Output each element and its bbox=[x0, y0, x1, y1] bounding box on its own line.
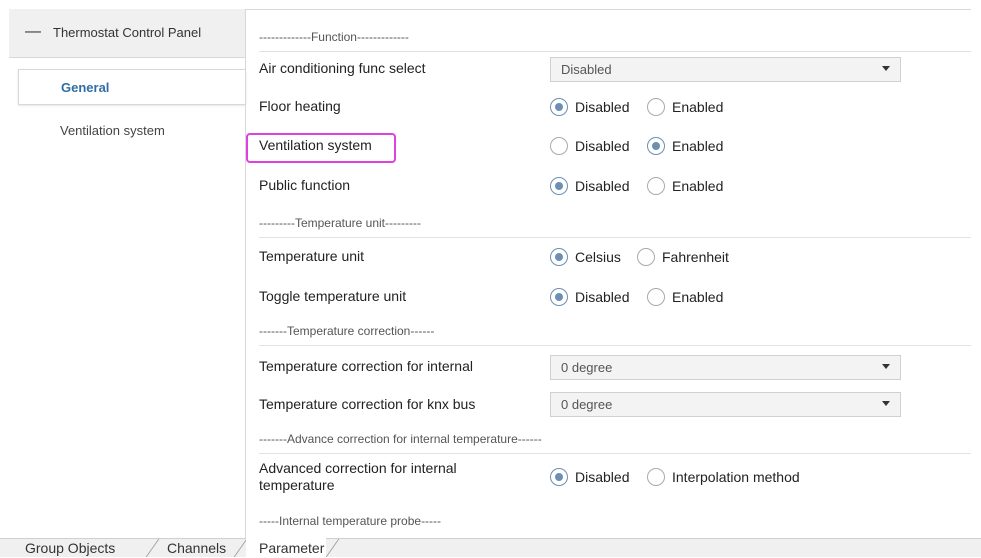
advanced-correction-label: Advanced correction for internal tempera… bbox=[259, 460, 457, 493]
sidebar: — Thermostat Control Panel General Venti… bbox=[9, 9, 246, 538]
temperature-unit-fahrenheit-radio[interactable]: Fahrenheit bbox=[637, 248, 729, 266]
radio-selected-icon bbox=[550, 288, 568, 306]
tab-label: Parameter bbox=[259, 540, 325, 556]
radio-label: Disabled bbox=[575, 99, 630, 115]
radio-empty-icon bbox=[647, 288, 665, 306]
radio-label: Enabled bbox=[672, 178, 724, 194]
temperature-unit-label: Temperature unit bbox=[259, 248, 365, 264]
radio-selected-icon bbox=[550, 98, 568, 116]
public-function-enabled-radio[interactable]: Enabled bbox=[647, 177, 723, 195]
correction-internal-label: Temperature correction for internal bbox=[259, 358, 473, 374]
tab-channels[interactable]: Channels bbox=[167, 540, 226, 558]
radio-label: Fahrenheit bbox=[662, 249, 729, 265]
sidebar-item-label: Ventilation system bbox=[60, 123, 165, 138]
radio-label: Disabled bbox=[575, 289, 630, 305]
chevron-down-icon bbox=[882, 66, 890, 71]
radio-label: Enabled bbox=[672, 289, 724, 305]
advanced-correction-interpolation-radio[interactable]: Interpolation method bbox=[647, 468, 800, 486]
correction-internal-dropdown[interactable]: 0 degree bbox=[550, 355, 901, 380]
radio-empty-icon bbox=[550, 137, 568, 155]
divider bbox=[259, 51, 971, 52]
radio-selected-icon bbox=[647, 137, 665, 155]
radio-label: Disabled bbox=[575, 469, 630, 485]
toggle-unit-disabled-radio[interactable]: Disabled bbox=[550, 288, 629, 306]
advanced-correction-disabled-radio[interactable]: Disabled bbox=[550, 468, 629, 486]
ventilation-disabled-radio[interactable]: Disabled bbox=[550, 137, 629, 155]
radio-selected-icon bbox=[550, 177, 568, 195]
sidebar-item-label: General bbox=[61, 80, 110, 95]
tab-group-objects[interactable]: Group Objects bbox=[25, 540, 115, 558]
radio-empty-icon bbox=[647, 468, 665, 486]
collapse-icon[interactable]: — bbox=[25, 23, 41, 41]
divider bbox=[259, 237, 971, 238]
radio-label: Celsius bbox=[575, 249, 621, 265]
dropdown-value: 0 degree bbox=[561, 397, 613, 412]
correction-knx-dropdown[interactable]: 0 degree bbox=[550, 392, 901, 417]
sidebar-item-ventilation[interactable]: Ventilation system bbox=[18, 119, 245, 143]
section-temperature-unit: ---------Temperature unit--------- bbox=[259, 216, 421, 230]
tree-root-thermostat[interactable]: — Thermostat Control Panel bbox=[9, 9, 245, 58]
ventilation-enabled-radio[interactable]: Enabled bbox=[647, 137, 723, 155]
radio-empty-icon bbox=[647, 98, 665, 116]
toggle-unit-label: Toggle temperature unit bbox=[259, 288, 407, 304]
radio-label: Disabled bbox=[575, 178, 630, 194]
radio-label: Interpolation method bbox=[672, 469, 800, 485]
public-function-label: Public function bbox=[259, 177, 351, 193]
public-function-disabled-radio[interactable]: Disabled bbox=[550, 177, 629, 195]
floor-heating-enabled-radio[interactable]: Enabled bbox=[647, 98, 723, 116]
dropdown-value: Disabled bbox=[561, 62, 612, 77]
air-conditioning-dropdown[interactable]: Disabled bbox=[550, 57, 901, 82]
air-conditioning-label: Air conditioning func select bbox=[259, 60, 426, 76]
divider bbox=[259, 345, 971, 346]
radio-label: Disabled bbox=[575, 138, 630, 154]
radio-empty-icon bbox=[647, 177, 665, 195]
tab-parameter[interactable]: Parameter bbox=[246, 538, 326, 557]
tab-divider bbox=[145, 539, 160, 557]
tab-divider bbox=[325, 539, 340, 557]
bottom-tab-bar: Group Objects Channels Parameter bbox=[0, 538, 981, 557]
tree-root-label: Thermostat Control Panel bbox=[53, 25, 202, 40]
radio-empty-icon bbox=[637, 248, 655, 266]
temperature-unit-celsius-radio[interactable]: Celsius bbox=[550, 248, 621, 266]
radio-selected-icon bbox=[550, 468, 568, 486]
correction-knx-label: Temperature correction for knx bus bbox=[259, 396, 476, 412]
radio-selected-icon bbox=[550, 248, 568, 266]
radio-label: Enabled bbox=[672, 138, 724, 154]
floor-heating-label: Floor heating bbox=[259, 98, 341, 114]
chevron-down-icon bbox=[882, 401, 890, 406]
divider bbox=[259, 453, 971, 454]
sidebar-item-general[interactable]: General bbox=[18, 69, 246, 105]
chevron-down-icon bbox=[882, 364, 890, 369]
floor-heating-disabled-radio[interactable]: Disabled bbox=[550, 98, 629, 116]
section-function: -------------Function------------- bbox=[259, 30, 409, 44]
dropdown-value: 0 degree bbox=[561, 360, 613, 375]
ventilation-highlight-box bbox=[246, 133, 396, 163]
section-internal-probe: -----Internal temperature probe----- bbox=[259, 514, 442, 528]
radio-label: Enabled bbox=[672, 99, 724, 115]
toggle-unit-enabled-radio[interactable]: Enabled bbox=[647, 288, 723, 306]
parameter-panel: -------------Function------------- Air c… bbox=[246, 9, 971, 538]
section-advance-correction: -------Advance correction for internal t… bbox=[259, 432, 542, 446]
section-temperature-correction: -------Temperature correction------ bbox=[259, 324, 435, 338]
